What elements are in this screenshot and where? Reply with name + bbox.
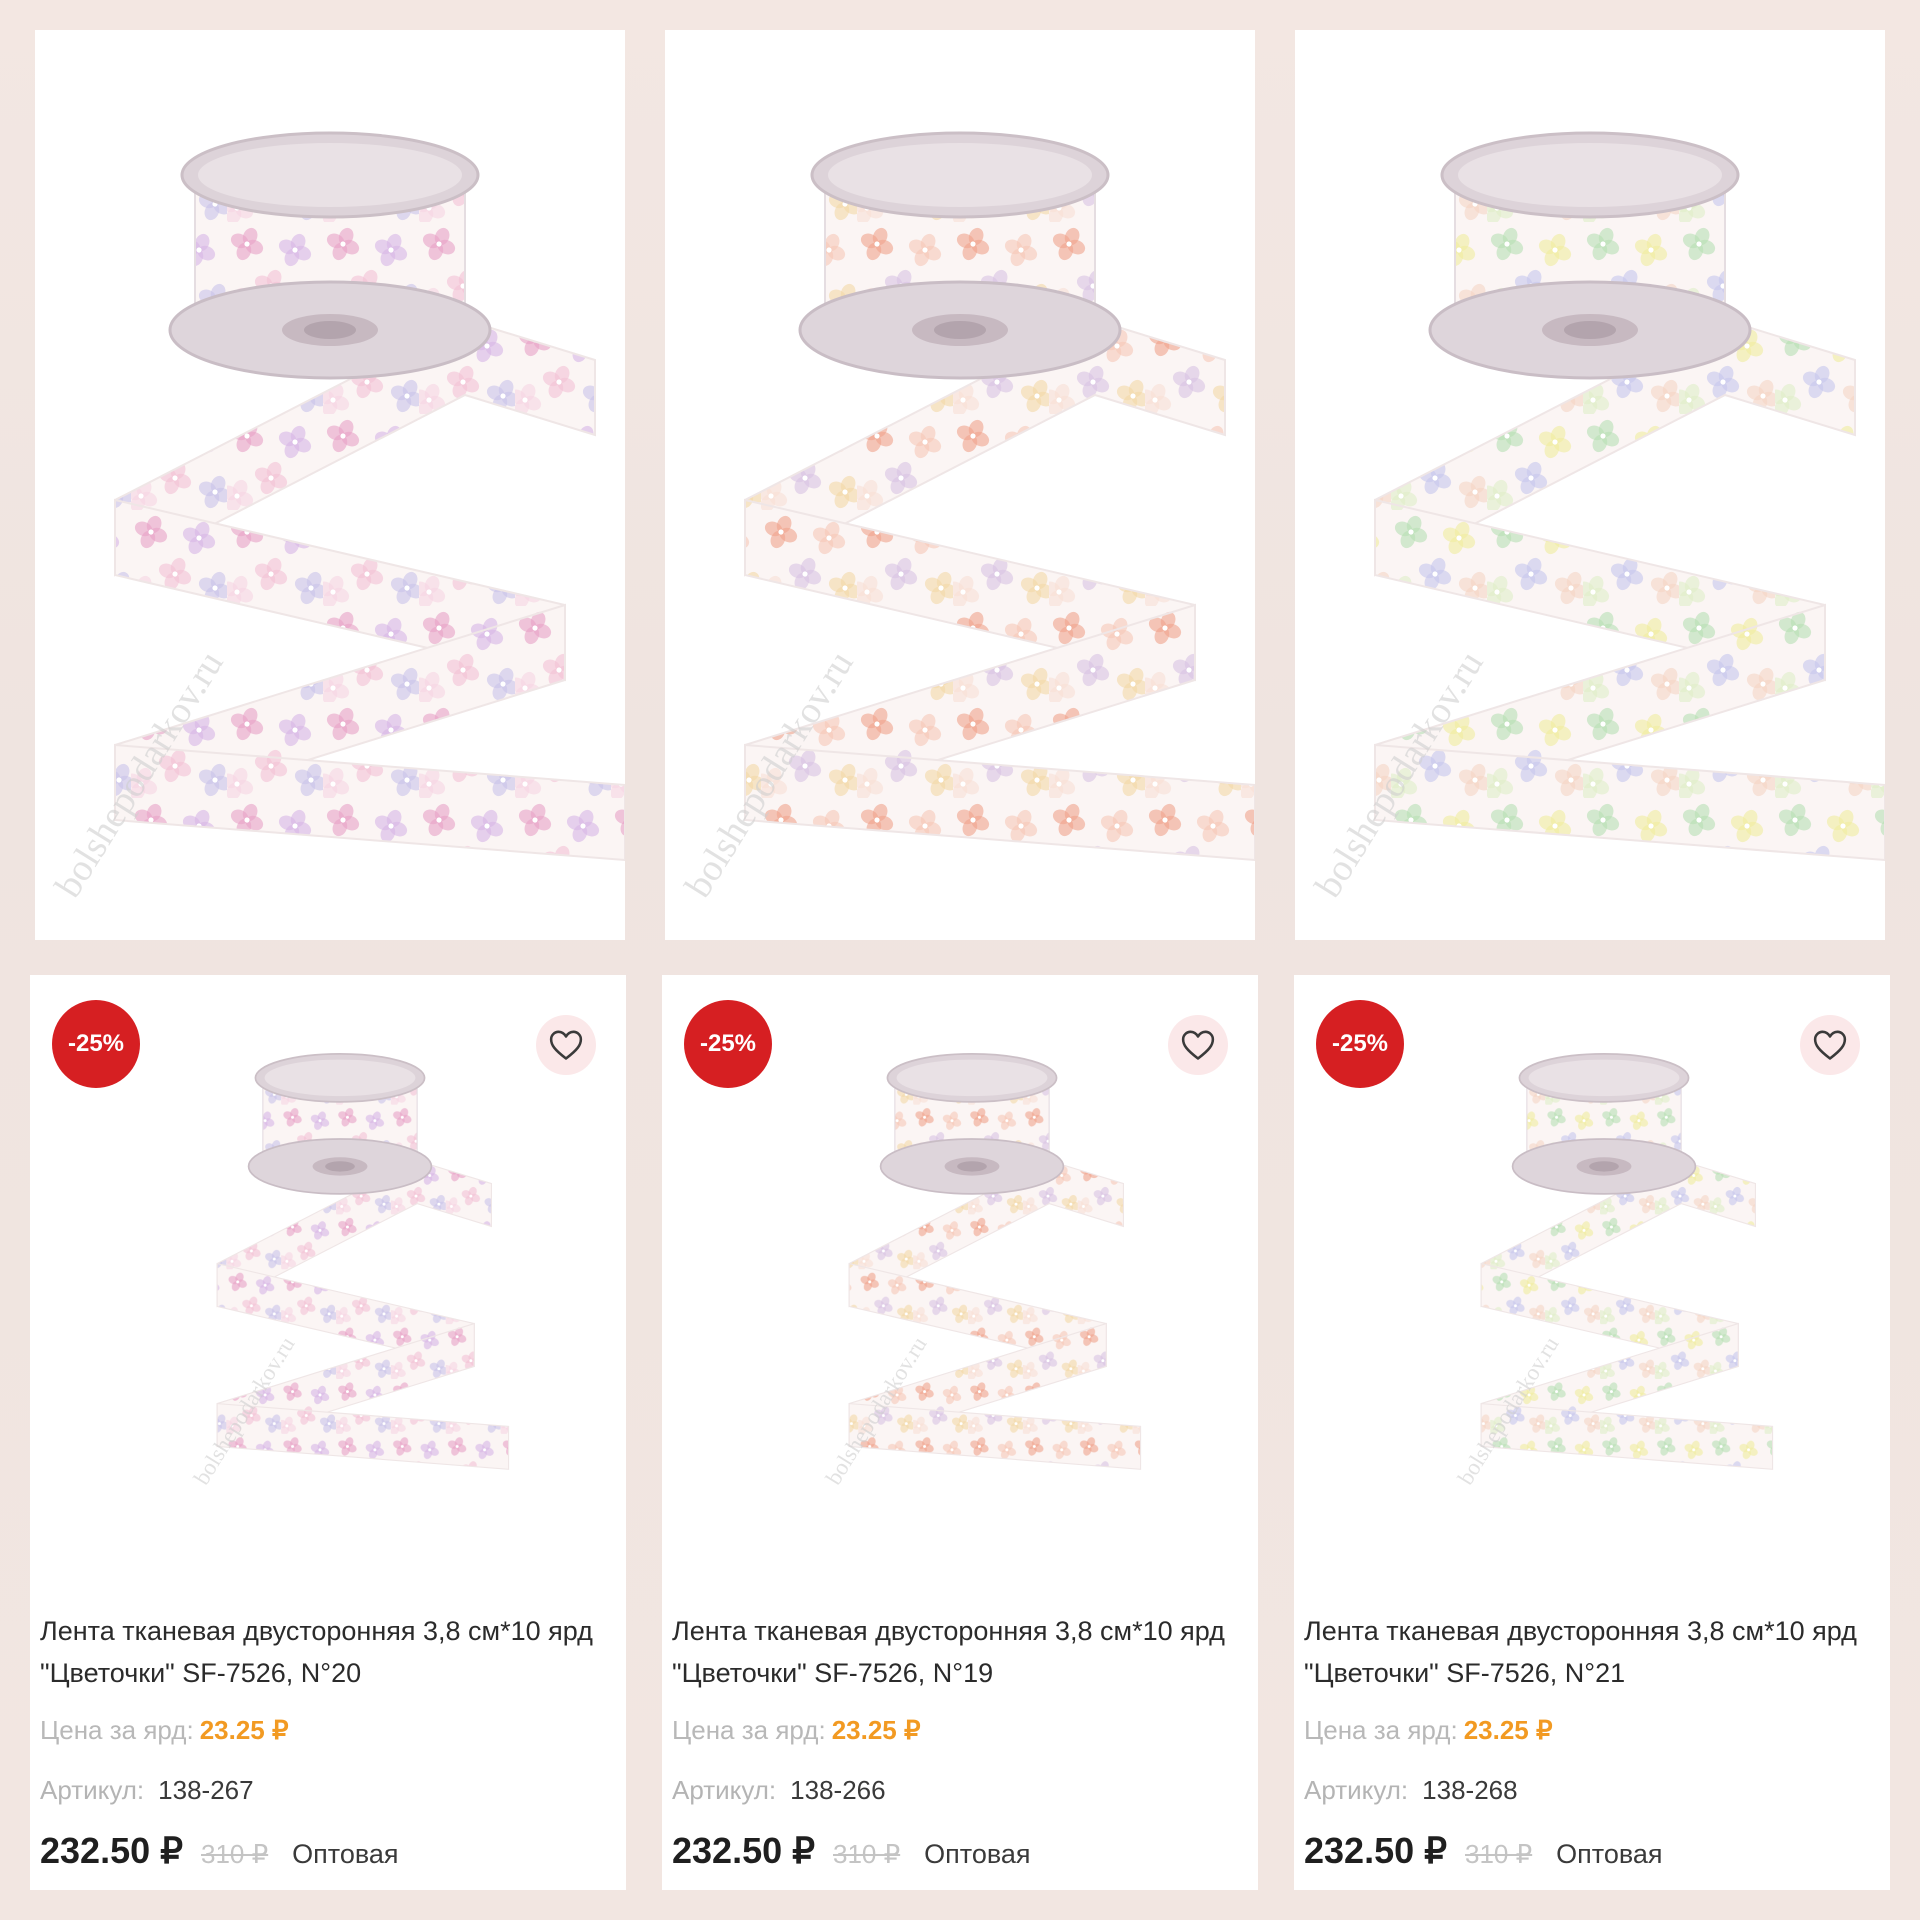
price-row: 232.50 ₽ 310 ₽ Оптовая bbox=[40, 1830, 399, 1872]
product-photo-large[interactable]: bolshepodarkov.ru bbox=[1295, 30, 1885, 940]
product-thumbnail[interactable]: bolshepodarkov.ru bbox=[772, 995, 1172, 1515]
product-card[interactable]: bolshepodarkov.ru -25% Лента тканевая дв… bbox=[662, 975, 1258, 1890]
price-per-yard-value: 23.25 ₽ bbox=[199, 1715, 289, 1745]
price-per-yard-label: Цена за ярд: bbox=[40, 1715, 194, 1745]
discount-badge: -25% bbox=[1316, 1000, 1404, 1088]
product-photo-large[interactable]: bolshepodarkov.ru bbox=[665, 30, 1255, 940]
sku-row: Артикул: 138-266 bbox=[672, 1775, 886, 1806]
ribbon-illustration bbox=[114, 131, 625, 862]
product-title[interactable]: Лента тканевая двусторонняя 3,8 см*10 яр… bbox=[672, 1610, 1232, 1694]
product-photo-large[interactable]: bolshepodarkov.ru bbox=[35, 30, 625, 940]
price-per-yard-row: Цена за ярд: 23.25 ₽ bbox=[1304, 1715, 1553, 1746]
sku-label: Артикул: bbox=[1304, 1775, 1409, 1805]
old-price: 310 ₽ bbox=[1465, 1839, 1533, 1869]
price-per-yard-row: Цена за ярд: 23.25 ₽ bbox=[672, 1715, 921, 1746]
old-price: 310 ₽ bbox=[201, 1839, 269, 1869]
heart-icon bbox=[1181, 1030, 1215, 1060]
price-per-yard-row: Цена за ярд: 23.25 ₽ bbox=[40, 1715, 289, 1746]
price-per-yard-label: Цена за ярд: bbox=[1304, 1715, 1458, 1745]
discount-badge: -25% bbox=[52, 1000, 140, 1088]
ribbon-spool-image: bolshepodarkov.ru bbox=[677, 131, 1255, 905]
sku-value: 138-268 bbox=[1422, 1775, 1518, 1805]
sku-row: Артикул: 138-267 bbox=[40, 1775, 254, 1806]
ribbon-spool-image: bolshepodarkov.ru bbox=[47, 131, 625, 905]
current-price: 232.50 ₽ bbox=[1304, 1830, 1448, 1871]
product-title[interactable]: Лента тканевая двусторонняя 3,8 см*10 яр… bbox=[40, 1610, 600, 1694]
current-price: 232.50 ₽ bbox=[672, 1830, 816, 1871]
price-per-yard-value: 23.25 ₽ bbox=[1463, 1715, 1553, 1745]
product-card[interactable]: bolshepodarkov.ru -25% Лента тканевая дв… bbox=[1294, 975, 1890, 1890]
product-thumbnail[interactable]: bolshepodarkov.ru bbox=[1404, 995, 1804, 1515]
sku-value: 138-266 bbox=[790, 1775, 886, 1805]
favorite-button[interactable] bbox=[536, 1015, 596, 1075]
current-price: 232.50 ₽ bbox=[40, 1830, 184, 1871]
sku-label: Артикул: bbox=[40, 1775, 145, 1805]
price-row: 232.50 ₽ 310 ₽ Оптовая bbox=[1304, 1830, 1663, 1872]
heart-icon bbox=[1813, 1030, 1847, 1060]
price-row: 232.50 ₽ 310 ₽ Оптовая bbox=[672, 1830, 1031, 1872]
sku-row: Артикул: 138-268 bbox=[1304, 1775, 1518, 1806]
ribbon-illustration bbox=[1374, 131, 1885, 862]
price-per-yard-value: 23.25 ₽ bbox=[831, 1715, 921, 1745]
product-title[interactable]: Лента тканевая двусторонняя 3,8 см*10 яр… bbox=[1304, 1610, 1864, 1694]
discount-badge: -25% bbox=[684, 1000, 772, 1088]
sku-value: 138-267 bbox=[158, 1775, 254, 1805]
favorite-button[interactable] bbox=[1168, 1015, 1228, 1075]
product-thumbnail[interactable]: bolshepodarkov.ru bbox=[140, 995, 540, 1515]
wholesale-label[interactable]: Оптовая bbox=[924, 1839, 1030, 1870]
old-price: 310 ₽ bbox=[833, 1839, 901, 1869]
wholesale-label[interactable]: Оптовая bbox=[1556, 1839, 1662, 1870]
heart-icon bbox=[549, 1030, 583, 1060]
ribbon-illustration bbox=[744, 131, 1255, 862]
price-per-yard-label: Цена за ярд: bbox=[672, 1715, 826, 1745]
favorite-button[interactable] bbox=[1800, 1015, 1860, 1075]
wholesale-label[interactable]: Оптовая bbox=[292, 1839, 398, 1870]
sku-label: Артикул: bbox=[672, 1775, 777, 1805]
product-card[interactable]: bolshepodarkov.ru -25% Лента тканевая дв… bbox=[30, 975, 626, 1890]
ribbon-spool-image: bolshepodarkov.ru bbox=[1307, 131, 1885, 905]
